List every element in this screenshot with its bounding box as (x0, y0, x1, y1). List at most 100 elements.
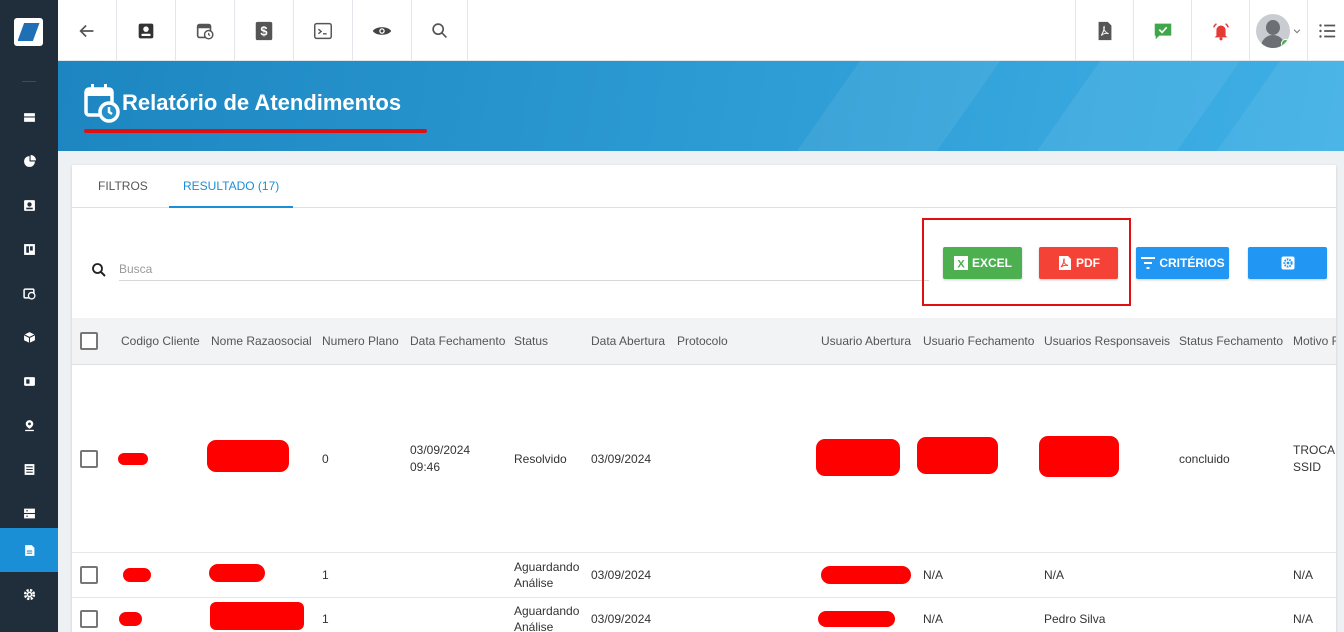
report-card: FILTROS RESULTADO (17) X EXCEL PDF CRITÉ… (72, 165, 1336, 632)
column-header[interactable]: Status (514, 318, 548, 365)
table-header: Codigo Cliente Nome Razaosocial Numero P… (72, 318, 1336, 365)
sidebar-item-documents[interactable] (0, 447, 58, 491)
cell-status-line2: Análise (514, 576, 554, 590)
cell-data-fechamento: 03/09/2024 (410, 443, 471, 457)
search-input[interactable] (119, 257, 929, 281)
column-header[interactable]: Usuario Abertura (821, 318, 911, 365)
contact-card-icon (138, 23, 154, 38)
settings-icon (23, 588, 35, 600)
back-arrow-icon (79, 24, 94, 37)
cell-usuario-fechamento: N/A (923, 568, 944, 582)
user-menu[interactable] (1249, 0, 1307, 61)
sidebar-item-dashboard[interactable] (0, 95, 58, 139)
calendar-clock-icon (196, 23, 214, 40)
pdf-icon (1059, 256, 1071, 270)
redacted-cell (1039, 436, 1119, 477)
redacted-cell (210, 602, 304, 630)
cell-motivo: TROCA I (1293, 443, 1336, 457)
sidebar-item-schedule[interactable] (0, 271, 58, 315)
pie-chart-icon (23, 154, 36, 167)
column-header[interactable]: Numero Plano (322, 318, 399, 365)
column-header[interactable]: Data Abertura (591, 318, 665, 365)
pdf-export-button[interactable]: PDF (1039, 247, 1118, 279)
column-header[interactable]: Codigo Cliente (121, 318, 200, 365)
cell-data-abertura: 03/09/2024 (591, 612, 652, 626)
excel-export-label: EXCEL (971, 256, 1012, 270)
sidebar-item-charts[interactable] (0, 139, 58, 183)
messages-button[interactable] (1133, 0, 1191, 61)
terminal-button[interactable] (294, 0, 353, 61)
settings-button[interactable] (1248, 247, 1327, 279)
gear-icon (1281, 256, 1294, 270)
excel-icon: X (953, 256, 968, 271)
title-annotation-underline (84, 129, 427, 133)
redacted-cell (207, 440, 289, 472)
id-card-icon (23, 376, 35, 386)
criterios-button[interactable]: CRITÉRIOS (1136, 247, 1229, 279)
list-menu-button[interactable] (1307, 0, 1344, 61)
row-checkbox[interactable] (80, 610, 98, 628)
cell-motivo: N/A (1293, 612, 1314, 626)
cell-status-fechamento: concluido (1179, 452, 1230, 466)
search-icon (431, 22, 447, 38)
column-header[interactable]: Usuarios Responsaveis (1044, 318, 1170, 365)
cell-numero-plano: 0 (322, 452, 329, 466)
excel-export-button[interactable]: X EXCEL (943, 247, 1022, 279)
column-header[interactable]: Data Fechamento (410, 318, 505, 365)
search-button[interactable] (412, 0, 468, 61)
list-menu-icon (1319, 23, 1336, 38)
column-header[interactable]: Protocolo (677, 318, 728, 365)
redacted-cell (118, 453, 148, 465)
cell-numero-plano: 1 (322, 568, 329, 582)
redacted-cell (818, 611, 895, 627)
cell-status-line2: Análise (514, 620, 554, 632)
column-header[interactable]: Status Fechamento (1179, 318, 1283, 365)
redacted-cell (917, 437, 998, 474)
column-header[interactable]: Usuario Fechamento (923, 318, 1034, 365)
tab-filtros[interactable]: FILTROS (98, 165, 148, 208)
view-button[interactable] (353, 0, 412, 61)
cell-numero-plano: 1 (322, 612, 329, 626)
row-checkbox[interactable] (80, 450, 98, 468)
finance-button[interactable]: $ (235, 0, 294, 61)
sidebar (0, 0, 58, 632)
calendar-clock-icon (22, 287, 36, 300)
table-row[interactable]: 1 Aguardando Análise 03/09/2024 N/A Pedr… (72, 598, 1336, 632)
sidebar-item-settings[interactable] (0, 572, 58, 616)
select-all-checkbox[interactable] (80, 332, 98, 350)
table-row[interactable]: 1 Aguardando Análise 03/09/2024 N/A N/A … (72, 553, 1336, 598)
column-header[interactable]: Nome Razaosocial (211, 318, 312, 365)
package-icon (23, 331, 35, 343)
cell-status: Aguardando (514, 604, 580, 618)
svg-text:X: X (957, 259, 965, 271)
column-header[interactable]: Motivo F (1293, 318, 1336, 365)
dashboard-icon (23, 112, 35, 122)
cell-usuarios-responsaveis: Pedro Silva (1044, 612, 1106, 626)
row-checkbox[interactable] (80, 566, 98, 584)
cell-status: Resolvido (514, 452, 567, 466)
pdf-button[interactable] (1075, 0, 1133, 61)
cell-hora-fechamento: 09:46 (410, 460, 441, 474)
document-list-icon (24, 463, 34, 475)
sidebar-item-contacts[interactable] (0, 183, 58, 227)
back-button[interactable] (58, 0, 117, 61)
alerts-button[interactable] (1191, 0, 1249, 61)
redacted-cell (821, 566, 911, 584)
chat-check-icon (1154, 23, 1171, 39)
sidebar-item-reports[interactable] (0, 528, 58, 572)
top-toolbar: $ (58, 0, 1344, 61)
schedule-button[interactable] (176, 0, 235, 61)
sidebar-item-map[interactable] (0, 403, 58, 447)
filter-icon (1141, 257, 1156, 269)
calendar-clock-icon (84, 84, 120, 123)
svg-text:$: $ (260, 23, 267, 38)
tab-resultado[interactable]: RESULTADO (17) (169, 165, 294, 208)
chevron-down-icon (1293, 28, 1300, 33)
sidebar-item-ids[interactable] (0, 359, 58, 403)
sidebar-item-packages[interactable] (0, 315, 58, 359)
table-row[interactable]: 0 03/09/2024 09:46 Resolvido 03/09/2024 … (72, 365, 1336, 553)
app-logo[interactable] (14, 18, 43, 46)
contacts-button[interactable] (117, 0, 176, 61)
sidebar-item-kanban[interactable] (0, 227, 58, 271)
cell-motivo: N/A (1293, 568, 1314, 582)
